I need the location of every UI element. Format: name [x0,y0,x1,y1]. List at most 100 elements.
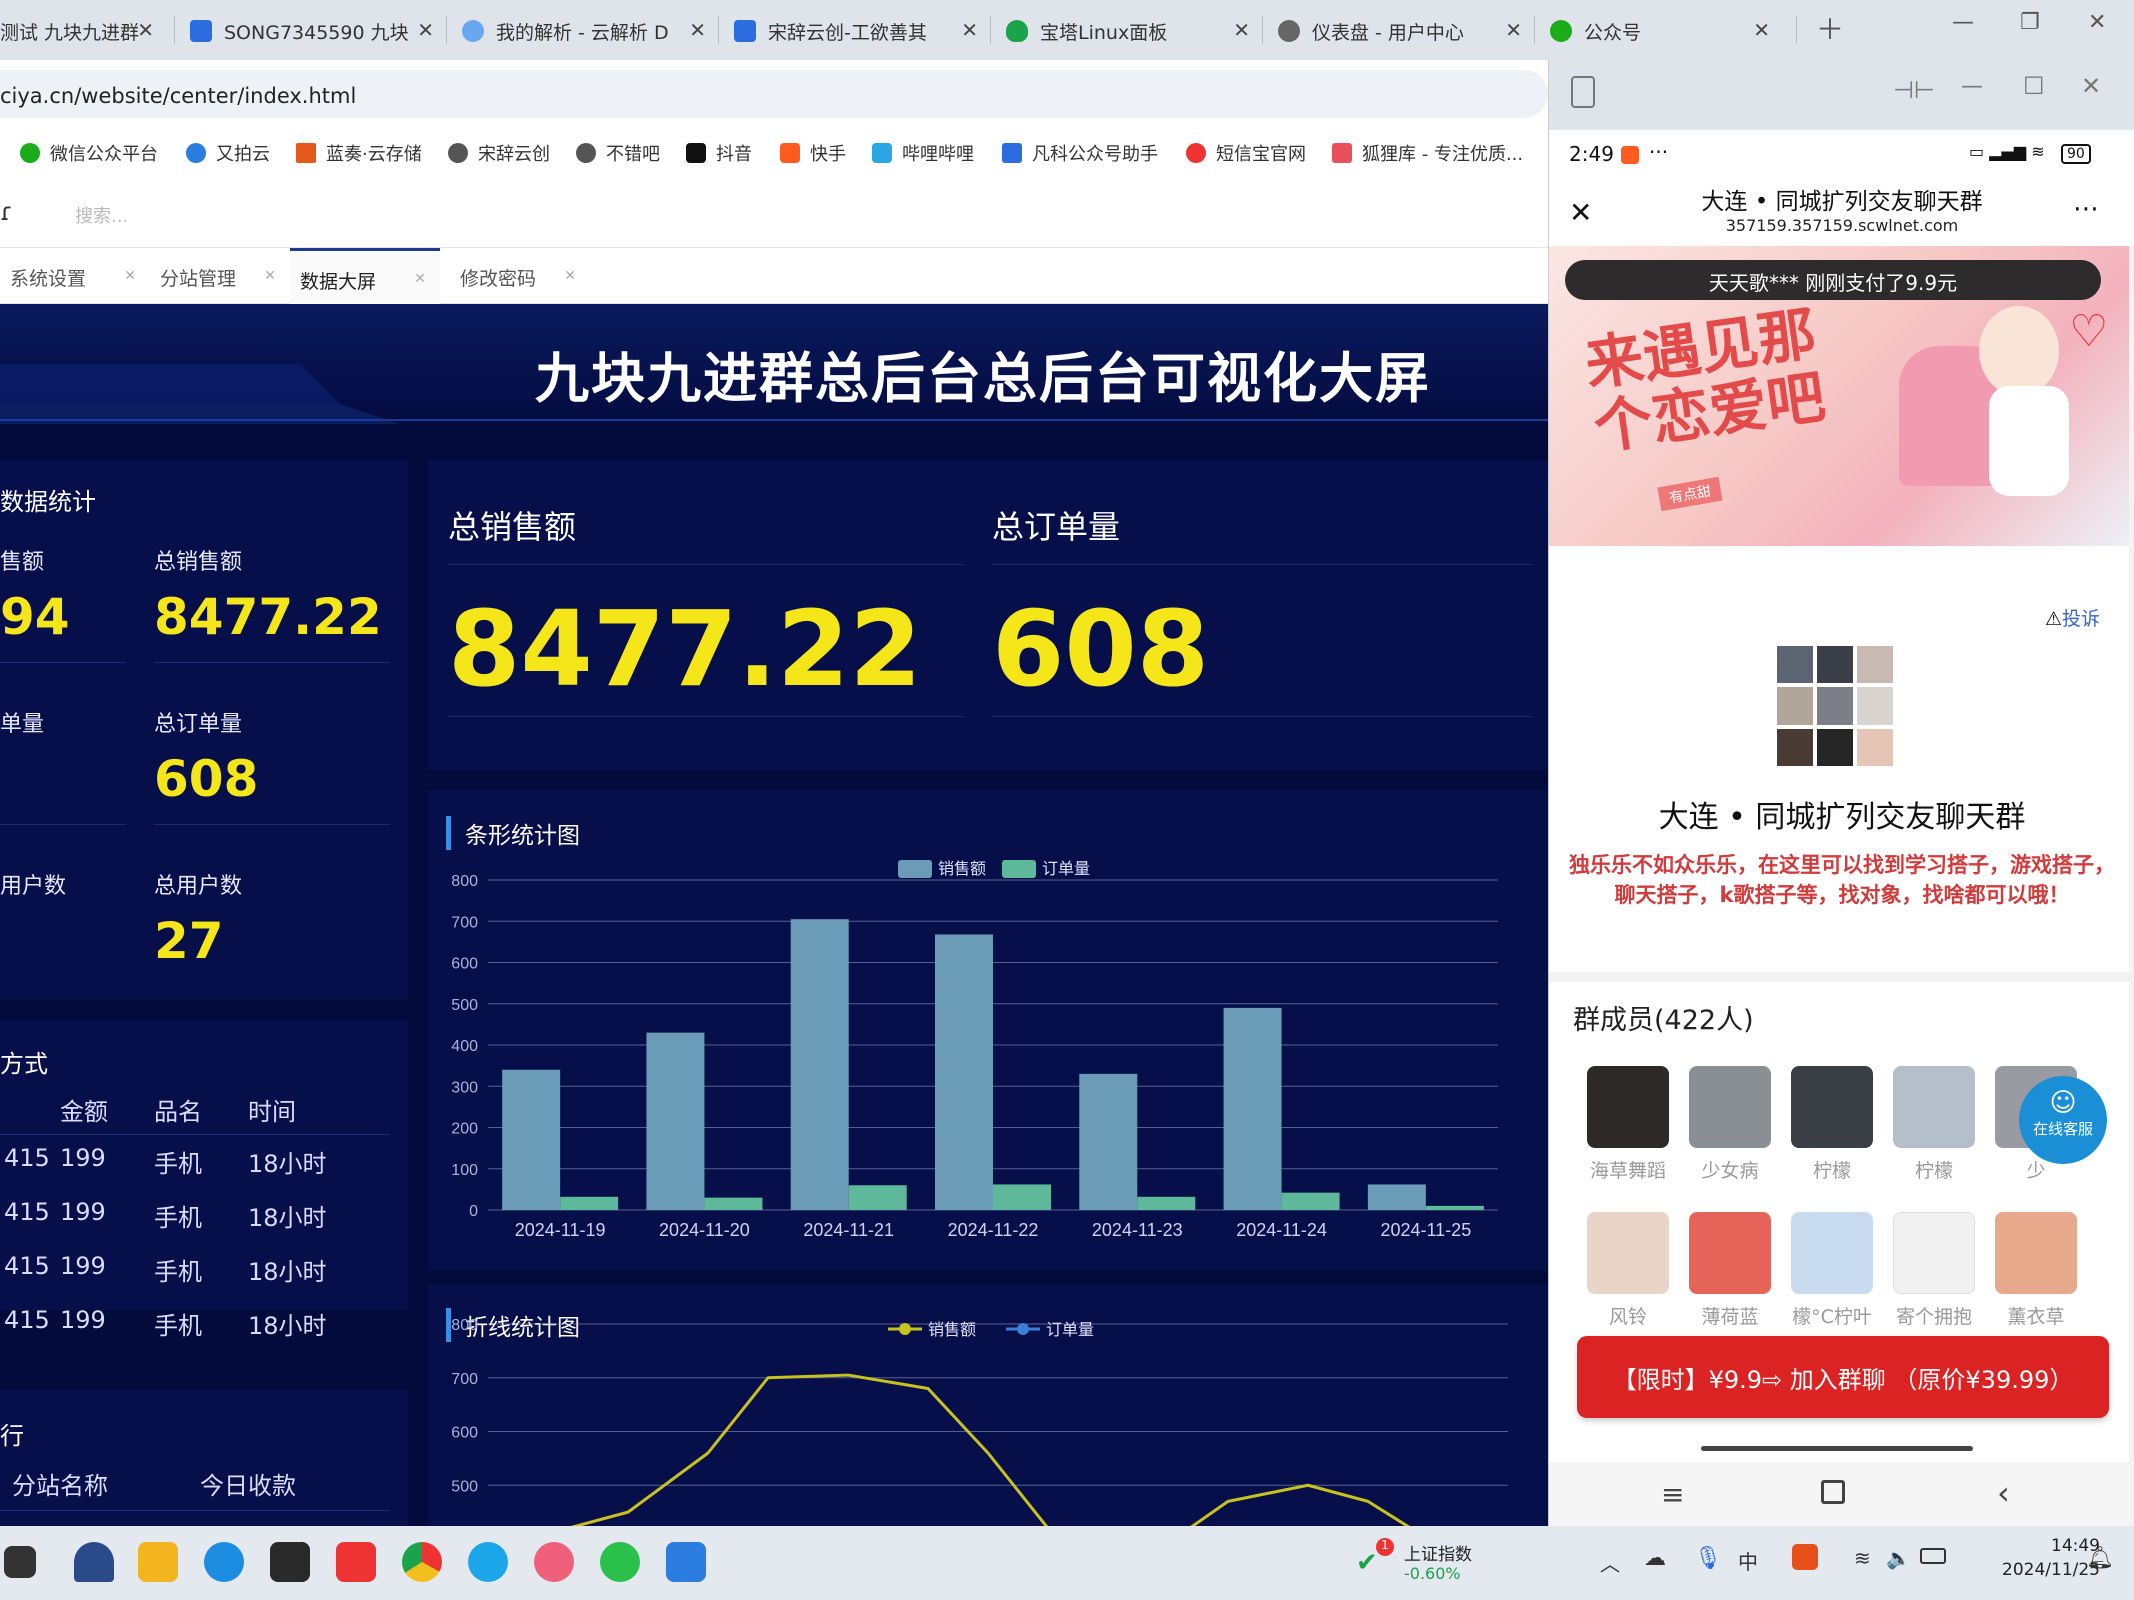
tab-separator [1534,16,1535,44]
new-tab-icon[interactable]: ＋ [1816,8,1844,48]
table-cell: 199 [60,1252,106,1280]
bookmark-label: 又拍云 [216,144,270,165]
home-icon[interactable] [1821,1480,1845,1504]
bookmark-item[interactable]: 凡科公众号助手 [1002,140,1158,166]
avatar[interactable] [1995,1212,2077,1294]
file-explorer-icon[interactable] [138,1542,178,1582]
more-options-icon[interactable]: ⋯ [2073,194,2099,224]
close-window-icon[interactable]: ✕ [2088,10,2106,35]
volume-icon[interactable]: 🔈 [1886,1546,1911,1570]
bookmark-item[interactable]: 又拍云 [186,140,270,166]
pet-app-icon[interactable] [534,1542,574,1582]
stock-widget[interactable]: ✔ 1 上证指数 -0.60% [1356,1538,1516,1588]
close-icon[interactable]: ✕ [264,268,276,284]
avatar[interactable] [1689,1066,1771,1148]
data-dashboard: 九块九进群总后台总后台可视化大屏 数据统计 售额 94 总销售额 8477.22… [0,304,1548,1526]
bookmark-item[interactable]: 抖音 [686,140,752,166]
close-icon[interactable]: ✕ [414,271,426,287]
browser-tab[interactable]: 宋辞云创-工欲善其 ✕ [734,8,994,54]
wifi-icon[interactable]: ≋ [1854,1546,1871,1570]
join-group-button[interactable]: 【限时】¥9.9⇨ 加入群聊 （原价¥39.99） [1577,1336,2109,1418]
avatar[interactable] [1689,1212,1771,1294]
app-icon[interactable] [270,1542,310,1582]
avatar[interactable] [1893,1066,1975,1148]
tab-change-password[interactable]: 修改密码 ✕ [450,248,590,304]
tab-system-settings[interactable]: 系统设置 ✕ [0,248,150,304]
qq-icon[interactable] [468,1542,508,1582]
close-icon[interactable]: ✕ [417,18,434,42]
report-button[interactable]: ⚠投诉 [2045,604,2100,631]
browser-tab[interactable]: 宝塔Linux面板 ✕ [1006,8,1266,54]
bookmark-item[interactable]: 微信公众平台 [20,140,158,166]
security-icon[interactable] [1792,1544,1818,1570]
phone-device-icon[interactable] [1571,76,1595,108]
search-input[interactable]: 搜索... [75,202,128,228]
restore-icon[interactable]: ❐ [2020,10,2040,35]
tab-branch-management[interactable]: 分站管理 ✕ [150,248,290,304]
bookmark-item[interactable]: 宋辞云创 [448,140,550,166]
browser-tab[interactable]: 仪表盘 - 用户中心 ✕ [1278,8,1538,54]
table-cell: 18小时 [248,1150,327,1178]
bar [1281,1192,1340,1210]
online-service-button[interactable]: ☺ 在线客服 [2019,1076,2107,1164]
tab-data-screen[interactable]: 数据大屏 ✕ [290,248,440,304]
maximize-icon[interactable]: ☐ [2023,72,2045,100]
bookmark-item[interactable]: 短信宝官网 [1186,140,1306,166]
bookmark-item[interactable]: 蓝奏·云存储 [296,140,422,166]
music-icon[interactable] [600,1542,640,1582]
avatar[interactable] [1893,1212,1975,1294]
address-bar[interactable]: ciya.cn/website/center/index.html [0,70,1548,118]
clock[interactable]: 14:49 2024/11/25 [1970,1534,2100,1582]
edge-icon[interactable] [204,1542,244,1582]
close-icon[interactable]: ✕ [1233,18,1250,42]
close-icon[interactable]: ✕ [564,268,576,284]
x-tick-label: 2024-11-20 [659,1220,750,1240]
browser-tab[interactable]: SONG7345590 九块 ✕ [190,8,450,54]
minimize-icon[interactable]: — [1961,74,1983,99]
bookmark-item[interactable]: 快手 [780,140,846,166]
notification-bell-icon[interactable]: 🔔︎ [2086,1546,2114,1571]
onedrive-icon[interactable]: ☁ [1644,1546,1666,1571]
warning-icon: ⚠ [2045,608,2063,630]
back-icon[interactable]: ‹ [1997,1474,2010,1512]
table-cell: 415 [4,1252,50,1280]
microphone-icon[interactable]: 🎙 [1694,1546,1722,1571]
browser-tab[interactable]: 我的解析 - 云解析 D ✕ [462,8,722,54]
bookmark-item[interactable]: 不错吧 [576,140,660,166]
close-icon[interactable]: ✕ [137,18,154,42]
avatar[interactable] [1587,1066,1669,1148]
close-icon[interactable]: ✕ [961,18,978,42]
close-icon[interactable]: ✕ [1505,18,1522,42]
cat-app-icon[interactable] [74,1542,114,1582]
bookmark-item[interactable]: 哔哩哔哩 [872,140,974,166]
bookmark-item[interactable]: 狐狸库 - 专注优质... [1332,140,1523,166]
pin-icon[interactable]: ⊣⊢ [1893,76,1935,104]
avatar[interactable] [1587,1212,1669,1294]
browser-tab[interactable]: 公众号 ✕ [1550,8,1786,54]
wps-icon[interactable] [336,1542,376,1582]
avatar[interactable] [1791,1066,1873,1148]
bar [1137,1196,1196,1210]
windows-start-icon[interactable] [4,1546,36,1578]
close-icon[interactable]: ✕ [1753,18,1770,42]
menu-icon[interactable]: ≡ [1661,1478,1684,1511]
close-icon[interactable]: ✕ [124,268,136,284]
y-tick-label: 400 [451,1038,478,1055]
members-section: 群成员(422人) 海草舞蹈 少女病 柠檬 柠檬 少 风铃 薄荷蓝 檬°C柠叶 … [1549,982,2129,1462]
input-method-icon[interactable]: 中 [1738,1546,1758,1575]
battery-icon[interactable] [1920,1548,1946,1564]
chrome-icon[interactable] [402,1542,442,1582]
legend-marker [1017,1323,1029,1335]
close-window-icon[interactable]: ✕ [2081,72,2101,100]
tray-chevron-icon[interactable]: ︿ [1600,1548,1620,1577]
close-icon[interactable]: ✕ [689,18,706,42]
avatar[interactable] [1791,1212,1873,1294]
legend-label: 销售额 [938,860,986,878]
phone-link-icon[interactable] [666,1542,706,1582]
fanke-icon [1002,143,1022,163]
douyin-icon [686,143,706,163]
tab-label: SONG7345590 九块 [224,21,409,44]
browser-tab[interactable]: 测试 九块九进群 ✕ [0,8,170,54]
minimize-icon[interactable]: — [1952,10,1974,35]
menu-toggle-icon[interactable]: ɾ [0,198,13,226]
